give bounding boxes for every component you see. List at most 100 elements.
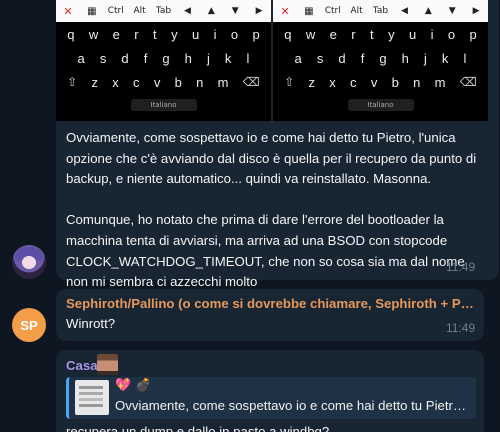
key: a <box>77 50 85 66</box>
message-time: 11:49 <box>446 321 476 335</box>
key: x <box>112 74 119 90</box>
key: g <box>379 50 387 66</box>
key: e <box>112 26 120 42</box>
arrow-down-icon: ▼ <box>448 6 456 16</box>
key: d <box>338 50 346 66</box>
arrow-left-icon: ◀ <box>400 6 408 16</box>
grid-icon: ▦ <box>87 5 97 17</box>
key: i <box>430 26 434 42</box>
message-paragraph-2: Comunque, ho notato che prima di dare l'… <box>66 212 465 290</box>
shift-icon: ⇧ <box>67 75 78 89</box>
key: y <box>388 26 395 42</box>
ctrl-key: Ctrl <box>107 6 124 16</box>
keyboard-toolbar: ✕ ▦ Ctrl Alt Tab ◀ ▲ ▼ ▶ <box>56 0 271 22</box>
arrow-right-icon: ▶ <box>472 6 480 16</box>
key: t <box>153 26 157 42</box>
close-icon: ✕ <box>280 4 290 18</box>
key: f <box>143 50 148 66</box>
key-row-2: asdfghjkl <box>56 46 271 70</box>
key: y <box>171 26 178 42</box>
message-text: Winrott? <box>66 316 116 331</box>
sender-emoji-face-icon <box>97 354 118 375</box>
key: k <box>441 50 449 66</box>
key: f <box>360 50 365 66</box>
alt-key: Alt <box>350 6 363 16</box>
key: l <box>246 50 250 66</box>
arrow-down-icon: ▼ <box>231 6 239 16</box>
arrow-right-icon: ▶ <box>255 6 263 16</box>
key: v <box>370 74 378 90</box>
avatar-face <box>22 256 36 269</box>
key-row-3: ⇧ zxcvbnm ⌫ <box>56 70 271 94</box>
arrow-up-icon: ▲ <box>207 6 215 16</box>
key: e <box>329 26 337 42</box>
key: v <box>153 74 161 90</box>
sparkling-heart-icon: 💖 <box>115 378 132 393</box>
alt-key: Alt <box>133 6 146 16</box>
arrow-left-icon: ◀ <box>183 6 191 16</box>
key-row-1: qwertyuiop <box>273 22 488 46</box>
key: g <box>162 50 170 66</box>
keyboard-screenshot-1[interactable]: ✕ ▦ Ctrl Alt Tab ◀ ▲ ▼ ▶ qwertyuiop asdf… <box>56 0 271 121</box>
message-bubble: Sephiroth/Pallino (o come si dovrebbe ch… <box>56 289 484 341</box>
key: q <box>67 26 75 42</box>
key: o <box>230 26 239 42</box>
key: i <box>213 26 217 42</box>
grid-icon: ▦ <box>304 5 314 17</box>
close-icon: ✕ <box>63 4 73 18</box>
key: x <box>329 74 336 90</box>
message-text: Ovviamente, come sospettavo io e come ha… <box>66 128 486 313</box>
key: b <box>391 74 399 90</box>
tab-key: Tab <box>372 6 389 16</box>
shift-icon: ⇧ <box>284 75 295 89</box>
message-time: 11:49 <box>446 260 476 274</box>
key: u <box>191 26 200 42</box>
reply-thumbnail <box>75 380 109 415</box>
ctrl-key: Ctrl <box>324 6 341 16</box>
arrow-up-icon: ▲ <box>424 6 432 16</box>
key: s <box>99 50 107 66</box>
key: w <box>305 26 316 42</box>
reply-preview[interactable]: 💖 💣 Ovviamente, come sospettavo io e com… <box>66 377 476 419</box>
key: h <box>401 50 409 66</box>
sender-name[interactable]: Casa <box>66 358 98 373</box>
bomb-icon: 💣 <box>135 378 152 393</box>
key: j <box>423 50 427 66</box>
message-paragraph-1: Ovviamente, come sospettavo io e come ha… <box>66 130 477 187</box>
key: a <box>294 50 302 66</box>
backspace-icon: ⌫ <box>459 75 477 89</box>
key: l <box>463 50 467 66</box>
key-row-1: qwertyuiop <box>56 22 271 46</box>
tab-key: Tab <box>155 6 172 16</box>
message-text: recupera un dump e dallo in pasto a wind… <box>66 424 330 432</box>
key: r <box>351 26 356 42</box>
key: u <box>408 26 417 42</box>
key: n <box>196 74 204 90</box>
key: d <box>121 50 129 66</box>
reply-emoji: 💖 💣 <box>115 378 152 393</box>
key: o <box>447 26 456 42</box>
key: s <box>316 50 324 66</box>
key: z <box>91 74 98 90</box>
avatar[interactable] <box>12 245 46 279</box>
key: n <box>413 74 421 90</box>
avatar-initials[interactable]: SP <box>12 308 46 342</box>
backspace-icon: ⌫ <box>242 75 260 89</box>
key: z <box>308 74 315 90</box>
key: q <box>284 26 292 42</box>
key: r <box>134 26 139 42</box>
key: t <box>370 26 374 42</box>
language-label: Italiano <box>130 99 197 111</box>
space-row: Italiano <box>56 94 271 116</box>
reply-text: Ovviamente, come sospettavo io e come ha… <box>115 398 473 413</box>
key: m <box>217 74 229 90</box>
key: k <box>224 50 232 66</box>
key: p <box>252 26 260 42</box>
keyboard-screenshot-2[interactable]: ✕ ▦ Ctrl Alt Tab ◀ ▲ ▼ ▶ qwertyuiop asdf… <box>273 0 488 121</box>
key: p <box>469 26 477 42</box>
sender-name[interactable]: Sephiroth/Pallino (o come si dovrebbe ch… <box>66 296 476 311</box>
key: w <box>88 26 99 42</box>
key-row-3: ⇧ zxcvbnm ⌫ <box>273 70 488 94</box>
key-row-2: asdfghjkl <box>273 46 488 70</box>
key: j <box>206 50 210 66</box>
